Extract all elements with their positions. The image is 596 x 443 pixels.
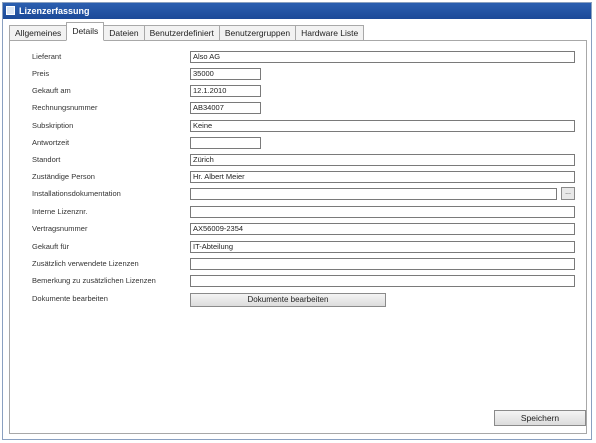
gekauft-am-field[interactable]: 12.1.2010 (190, 85, 261, 97)
tab-allgemeines[interactable]: Allgemeines (9, 25, 68, 41)
subskription-label: Subskription (32, 121, 74, 130)
antwortzeit-field[interactable] (190, 137, 261, 149)
row-bemerkung: Bemerkung zu zusätzlichen Lizenzen (10, 275, 586, 289)
bemerkung-field[interactable] (190, 275, 575, 287)
row-standort: Standort Zürich (10, 154, 586, 168)
standort-label: Standort (32, 155, 61, 164)
tab-details[interactable]: Details (66, 22, 105, 41)
installationsdokumentation-label: Installationsdokumentation (32, 189, 121, 198)
subskription-field[interactable]: Keine (190, 120, 575, 132)
antwortzeit-label: Antwortzeit (32, 138, 70, 147)
row-gekauft-am: Gekauft am 12.1.2010 (10, 85, 586, 99)
title-bar: Lizenzerfassung (3, 3, 591, 19)
row-subskription: Subskription Keine (10, 120, 586, 134)
row-antwortzeit: Antwortzeit (10, 137, 586, 151)
bemerkung-label: Bemerkung zu zusätzlichen Lizenzen (32, 276, 156, 285)
installationsdokumentation-field[interactable] (190, 188, 557, 200)
save-button[interactable]: Speichern (494, 410, 586, 426)
zustaendige-person-label: Zuständige Person (32, 172, 95, 181)
gekauft-fuer-label: Gekauft für (32, 242, 70, 251)
tab-hardware-liste[interactable]: Hardware Liste (295, 25, 365, 41)
row-zusaetzlich-lizenzen: Zusätzlich verwendete Lizenzen (10, 258, 586, 272)
gekauft-fuer-field[interactable]: IT-Abteilung (190, 241, 575, 253)
tab-dateien[interactable]: Dateien (103, 25, 145, 41)
zusaetzlich-lizenzen-label: Zusätzlich verwendete Lizenzen (32, 259, 139, 268)
preis-label: Preis (32, 69, 50, 78)
row-dokumente: Dokumente bearbeiten Dokumente bearbeite… (10, 293, 586, 307)
lieferant-field[interactable]: Also AG (190, 51, 575, 63)
preis-field[interactable]: 35000 (190, 68, 261, 80)
vertragsnummer-label: Vertragsnummer (32, 224, 88, 233)
row-preis: Preis 35000 (10, 68, 586, 82)
window-title: Lizenzerfassung (19, 6, 90, 16)
tab-benutzergruppen[interactable]: Benutzergruppen (218, 25, 297, 41)
app-icon (6, 6, 15, 15)
dokumente-bearbeiten-button[interactable]: Dokumente bearbeiten (190, 293, 386, 307)
standort-field[interactable]: Zürich (190, 154, 575, 166)
row-zustaendige-person: Zuständige Person Hr. Albert Meier (10, 171, 586, 185)
row-lieferant: Lieferant Also AG (10, 51, 586, 65)
rechnungsnummer-label: Rechnungsnummer (32, 103, 98, 112)
browse-button[interactable]: ... (561, 187, 575, 200)
vertragsnummer-field[interactable]: AX56009-2354 (190, 223, 575, 235)
lieferant-label: Lieferant (32, 52, 62, 61)
zusaetzlich-lizenzen-field[interactable] (190, 258, 575, 270)
row-interne-lizenznr: Interne Lizenznr. (10, 206, 586, 220)
dokumente-label: Dokumente bearbeiten (32, 294, 108, 303)
row-installationsdokumentation: Installationsdokumentation ... (10, 187, 586, 202)
row-vertragsnummer: Vertragsnummer AX56009-2354 (10, 223, 586, 237)
row-rechnungsnummer: Rechnungsnummer AB34007 (10, 102, 586, 116)
details-panel: Lieferant Also AG Preis 35000 Gekauft am… (9, 40, 587, 434)
interne-lizenznr-field[interactable] (190, 206, 575, 218)
license-window: Lizenzerfassung Allgemeines Details Date… (2, 2, 592, 440)
rechnungsnummer-field[interactable]: AB34007 (190, 102, 261, 114)
zustaendige-person-field[interactable]: Hr. Albert Meier (190, 171, 575, 183)
gekauft-am-label: Gekauft am (32, 86, 71, 95)
row-gekauft-fuer: Gekauft für IT-Abteilung (10, 241, 586, 255)
tab-benutzerdefiniert[interactable]: Benutzerdefiniert (143, 25, 220, 41)
tab-bar: Allgemeines Details Dateien Benutzerdefi… (9, 22, 365, 41)
interne-lizenznr-label: Interne Lizenznr. (32, 207, 88, 216)
